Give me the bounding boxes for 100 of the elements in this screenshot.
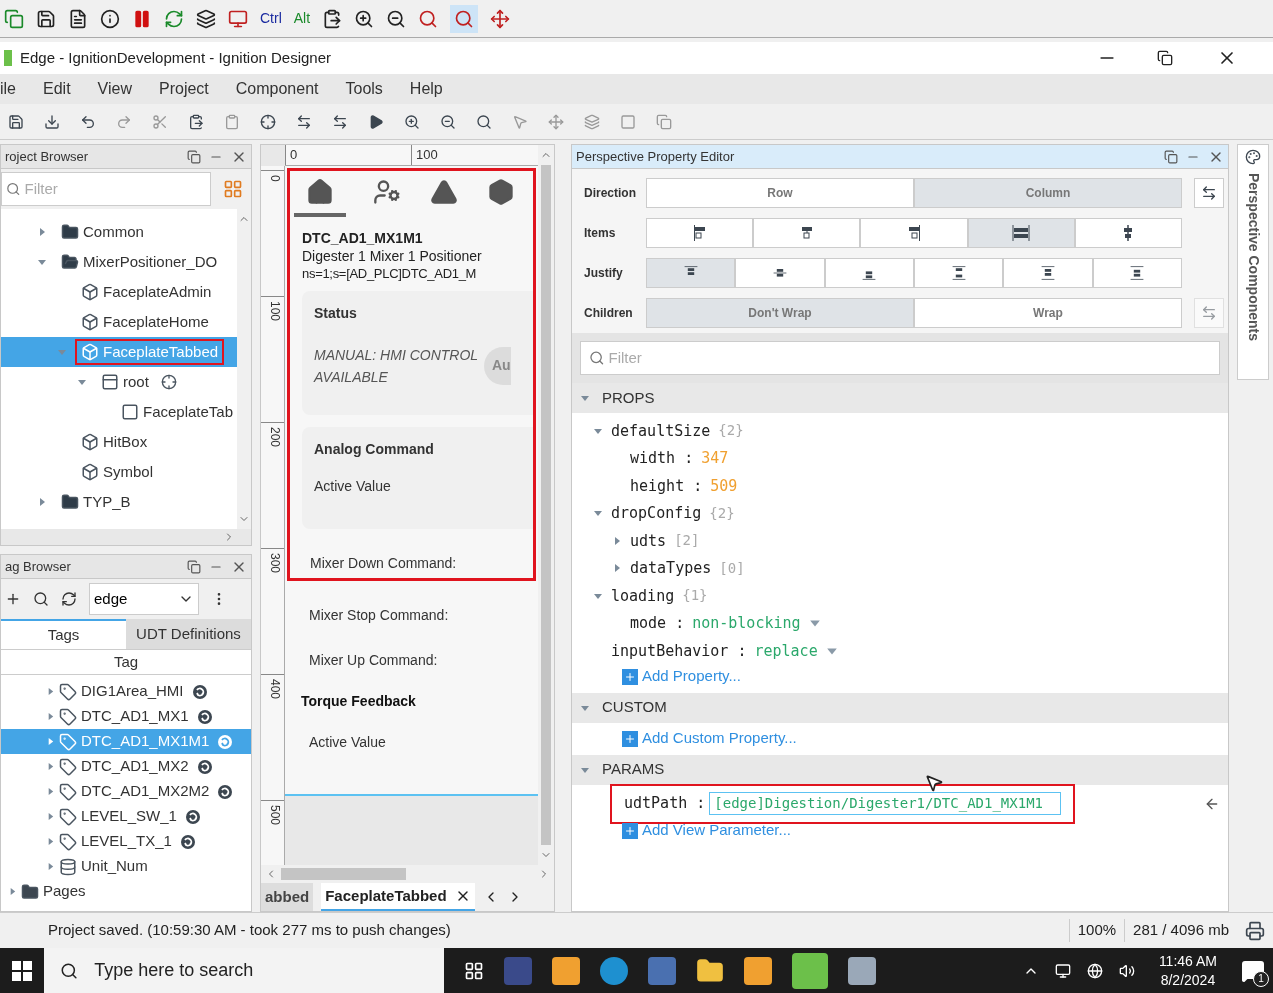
tag-name: DTC_AD1_MX2: [81, 756, 189, 777]
tag-row[interactable]: LEVEL_TX_1: [1, 829, 251, 854]
tree-item[interactable]: FaceplateHome: [1, 307, 237, 337]
tag-row[interactable]: DTC_AD1_MX2: [1, 754, 251, 779]
clock-date: 8/2/2024: [1160, 970, 1216, 990]
card-heading: Status: [314, 303, 358, 323]
tree-text: MixerPositioner_DO: [83, 251, 218, 272]
device-address: ns=1;s=[AD_PLC]DTC_AD1_M: [302, 264, 478, 283]
command-label: Mixer Up Command:: [308, 650, 439, 670]
filter-field[interactable]: Filter: [580, 341, 1220, 375]
panel-title: Perspective Property Editor: [576, 147, 736, 166]
tag-row[interactable]: LEVEL_SW_1: [1, 804, 251, 829]
panel-title: ag Browser: [5, 557, 72, 576]
menu-item[interactable]: Help: [409, 77, 443, 101]
add-link[interactable]: Add View Parameter...: [642, 819, 791, 842]
add-link[interactable]: Add Property...: [642, 665, 741, 688]
side-tab[interactable]: Perspective Components: [1237, 144, 1269, 380]
property-key: loading: [611, 584, 675, 607]
tag-row[interactable]: DIG1Area_HMI: [1, 679, 251, 704]
section-title: PARAMS: [602, 759, 665, 780]
property-count: {2}: [718, 421, 744, 441]
tree-text: root: [123, 371, 149, 392]
taskbar-search-input[interactable]: Type here to search: [94, 957, 428, 984]
tag-row[interactable]: Unit_Num: [1, 854, 251, 879]
document-tab[interactable]: FaceplateTabbed: [321, 883, 475, 911]
section-heading: Torque Feedback: [300, 691, 417, 711]
alt-button[interactable]: Alt: [293, 8, 311, 29]
ctrl-button[interactable]: Ctrl: [260, 8, 282, 29]
property-key: inputBehavior :: [611, 639, 747, 662]
filter-field[interactable]: Filter: [1, 172, 211, 206]
card-text: Active Value: [314, 476, 392, 496]
command-label: Mixer Stop Command:: [308, 605, 450, 625]
property-key: dataTypes: [630, 557, 712, 580]
property-key: dropConfig: [611, 502, 702, 525]
menu-item[interactable]: View: [97, 77, 132, 101]
property-key: mode :: [630, 612, 685, 635]
property-count: [2]: [674, 531, 700, 551]
tag-name: DTC_AD1_MX2M2: [81, 781, 210, 802]
document-tab[interactable]: abbed: [261, 883, 314, 911]
ruler-label: 200: [261, 421, 284, 548]
tag-row[interactable]: DTC_AD1_MX1: [1, 704, 251, 729]
ruler-label: 300: [261, 547, 284, 674]
tree-item[interactable]: MixerPositioner_DO: [1, 247, 237, 277]
tag-row[interactable]: Pages: [1, 879, 251, 904]
provider-dropdown[interactable]: edge: [89, 583, 199, 615]
menu-item[interactable]: Component: [235, 77, 319, 101]
ruler-label: 0: [261, 169, 284, 296]
option-button[interactable]: Don't Wrap: [646, 298, 914, 328]
taskbar-search[interactable]: Type here to search: [44, 948, 444, 993]
menu-item[interactable]: Project: [159, 77, 209, 101]
tag-row[interactable]: DTC_AD1_MX2M2: [1, 779, 251, 804]
menu-item[interactable]: ile: [0, 77, 16, 101]
section-header[interactable]: PROPS: [572, 383, 1228, 413]
tag-name: LEVEL_SW_1: [81, 806, 177, 827]
ruler-label: 100: [261, 295, 284, 422]
property-key: udtPath :: [624, 792, 706, 815]
tree-text: Symbol: [103, 461, 154, 482]
property-count: [0]: [719, 558, 745, 578]
tree-item[interactable]: HitBox: [1, 427, 237, 457]
tree-item[interactable]: TYP_B: [1, 487, 237, 517]
device-description: Digester 1 Mixer 1 Positioner: [302, 246, 483, 265]
property-count: {1}: [682, 586, 708, 606]
provider-value: edge: [94, 588, 129, 609]
section-title: CUSTOM: [602, 697, 667, 718]
tag-name: DTC_AD1_MX1M1: [81, 731, 210, 752]
tree-text: FaceplateTabbed: [103, 341, 219, 362]
add-link[interactable]: Add Custom Property...: [642, 727, 797, 750]
tree-text: FaceplateAdmin: [103, 281, 212, 302]
option-button[interactable]: Wrap: [914, 298, 1182, 328]
window-title: Edge - IgnitionDevelopment - Ignition Designer: [20, 47, 332, 68]
clock[interactable]: 11:46 AM 8/2/2024: [1150, 951, 1225, 990]
tree-text: HitBox: [103, 431, 148, 452]
tag-name: DIG1Area_HMI: [81, 681, 184, 702]
option-button[interactable]: Row: [646, 178, 914, 208]
option-label: Direction: [583, 185, 637, 202]
section-header[interactable]: CUSTOM: [572, 692, 1228, 723]
property-count: {2}: [709, 503, 735, 523]
section-text: Active Value: [308, 732, 387, 752]
property-key: udts: [630, 529, 667, 552]
tree-text: FaceplateTab: [143, 401, 234, 422]
clock-time: 11:46 AM: [1158, 951, 1217, 971]
column-header: Tag: [1, 649, 251, 675]
tree-item[interactable]: Common: [1, 217, 237, 247]
tree-item[interactable]: FaceplateTab: [1, 397, 237, 427]
tree-text: FaceplateHome: [103, 311, 209, 332]
menu-item[interactable]: Tools: [345, 77, 383, 101]
option-label: Justify: [583, 265, 624, 282]
tree-item[interactable]: FaceplateAdmin: [1, 277, 237, 307]
section-header[interactable]: PARAMS: [572, 754, 1228, 785]
menu-item[interactable]: Edit: [43, 77, 71, 101]
tree-item[interactable]: Symbol: [1, 457, 237, 487]
property-key: height :: [630, 474, 703, 497]
ruler-label: 0: [285, 145, 411, 165]
tag-browser-tab[interactable]: UDT Definitions: [126, 619, 251, 649]
property-key: width :: [630, 447, 694, 470]
status-message: Project saved. (10:59:30 AM - took 277 ms to push changes): [47, 920, 452, 941]
card-heading: Analog Command: [314, 439, 435, 459]
option-label: Items: [583, 225, 617, 242]
panel-title: roject Browser: [5, 147, 90, 166]
tree-item[interactable]: root: [1, 367, 237, 397]
